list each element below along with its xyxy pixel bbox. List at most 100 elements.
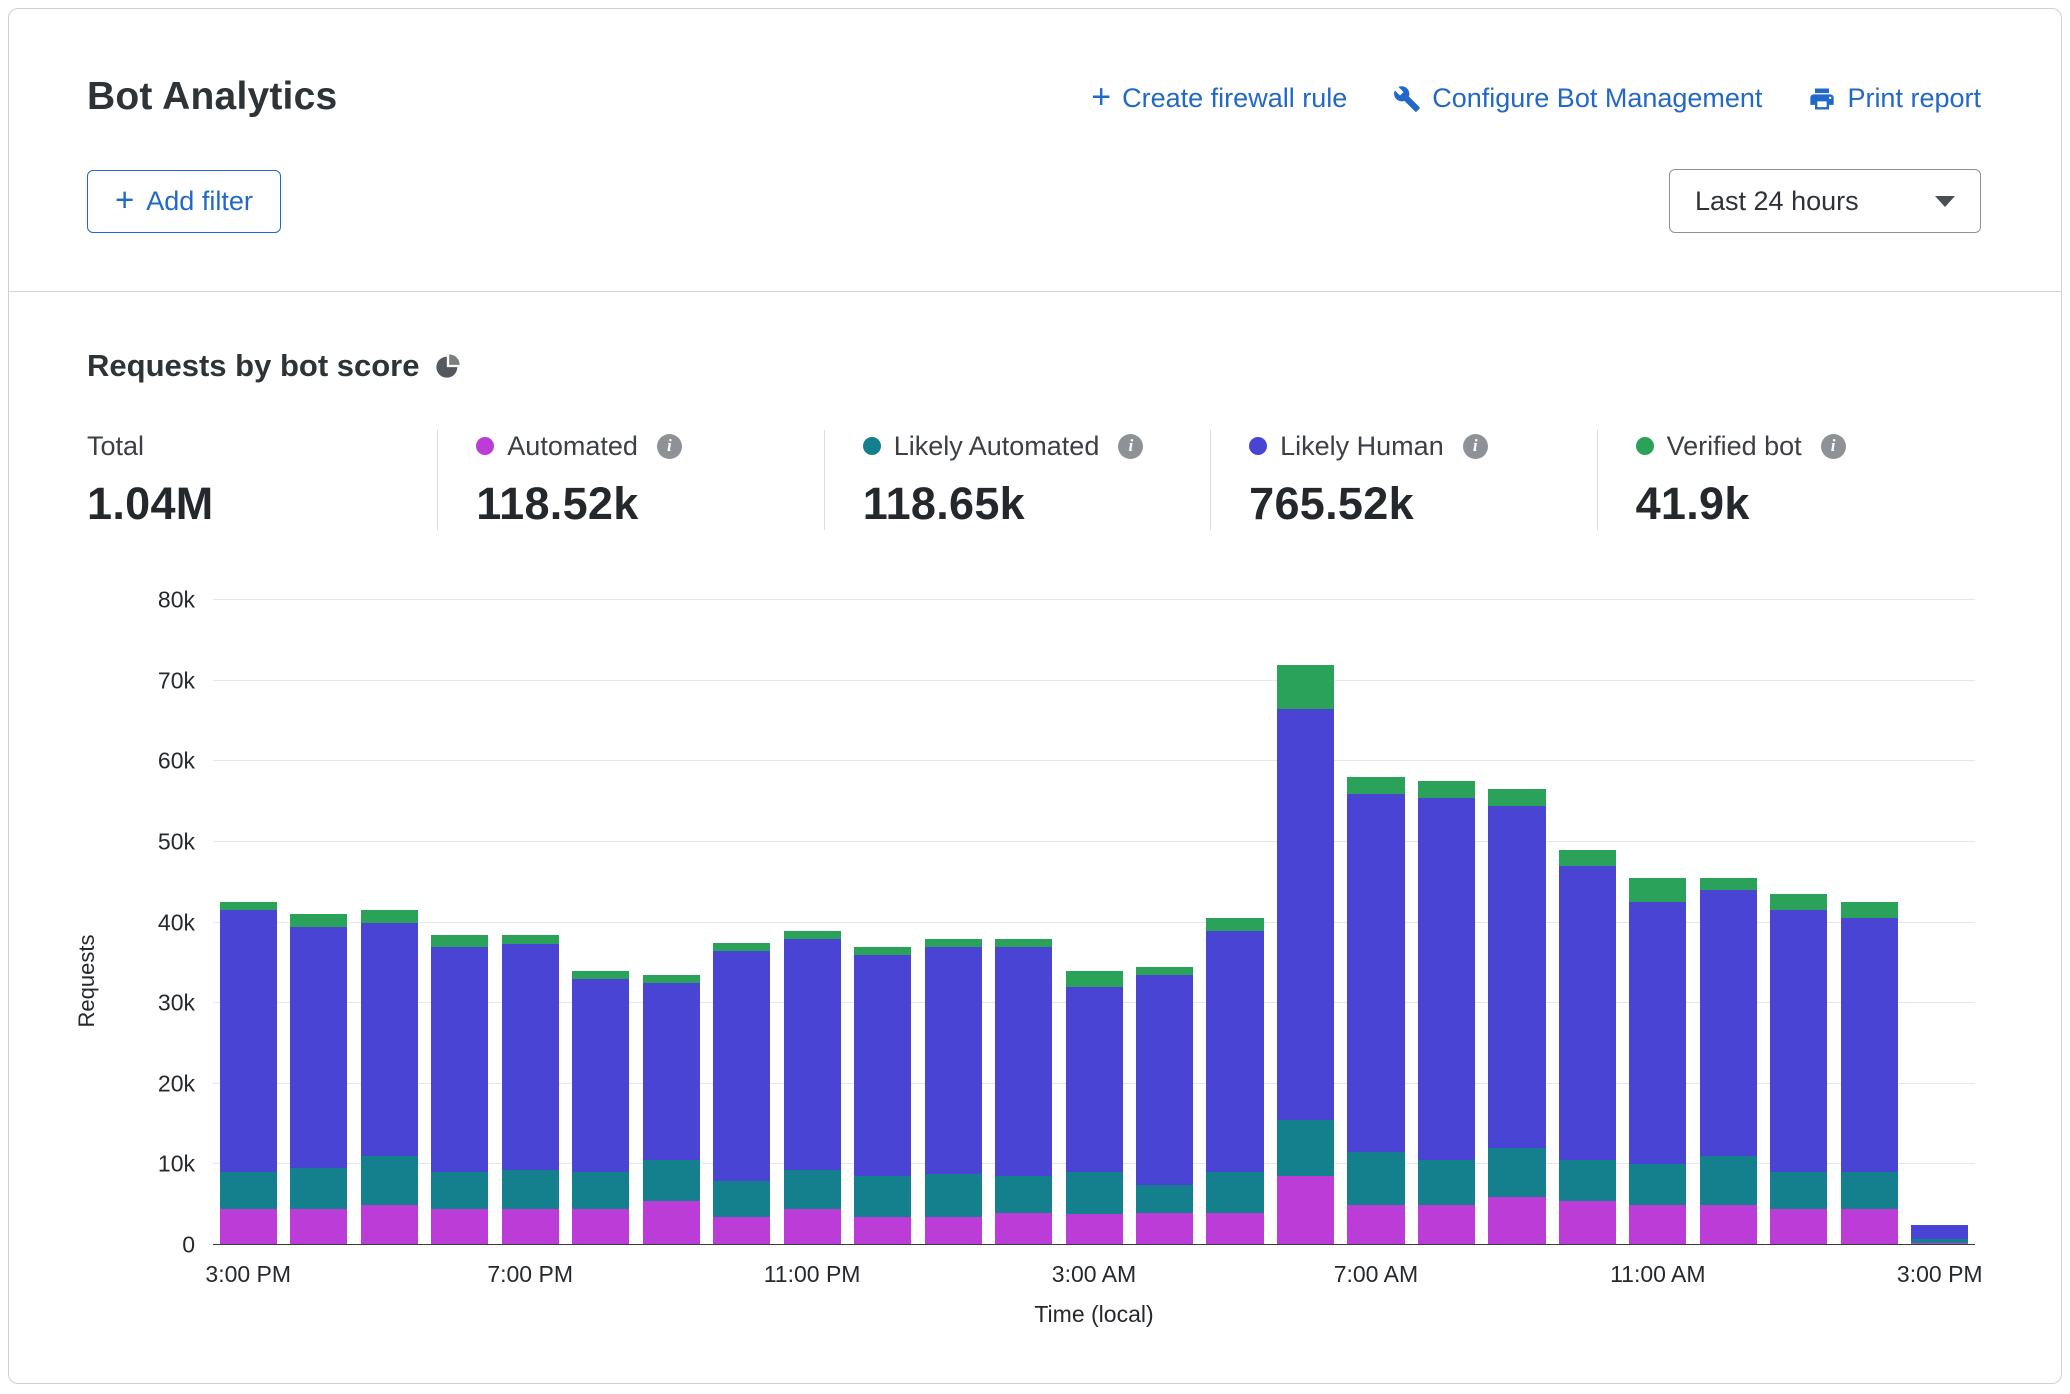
stacked-bar[interactable]: [925, 600, 982, 1245]
bar-segment-likely-automated: [431, 1172, 488, 1208]
stat-automated: Automated i 118.52k: [437, 430, 823, 530]
time-range-select[interactable]: Last 24 hours: [1669, 169, 1981, 233]
bar-segment-likely-human: [1488, 806, 1545, 1149]
stacked-bar[interactable]: [643, 600, 700, 1245]
bar-segment-likely-automated: [502, 1170, 559, 1209]
bar-segment-likely-human: [784, 939, 841, 1170]
section-title: Requests by bot score: [87, 348, 419, 384]
info-icon[interactable]: i: [1118, 434, 1143, 459]
y-axis-title: Requests: [74, 871, 100, 1091]
bar-segment-verified-bot: [1066, 971, 1123, 987]
bar-slot: [636, 600, 706, 1245]
y-tick-label: 70k: [158, 667, 195, 694]
info-icon[interactable]: i: [1821, 434, 1846, 459]
bar-segment-likely-automated: [1700, 1156, 1757, 1204]
stat-value: 765.52k: [1249, 478, 1576, 530]
stacked-bar[interactable]: [1559, 600, 1616, 1245]
bar-slot: [1059, 600, 1129, 1245]
bar-segment-automated: [1206, 1213, 1263, 1245]
bar-segment-automated: [1770, 1209, 1827, 1245]
bar-segment-likely-automated: [643, 1160, 700, 1200]
bar-segment-automated: [1841, 1209, 1898, 1245]
stacked-bar[interactable]: [1911, 600, 1968, 1245]
bar-segment-verified-bot: [713, 943, 770, 951]
configure-bot-management-link[interactable]: Configure Bot Management: [1393, 83, 1762, 114]
bar-slot: [1482, 600, 1552, 1245]
add-filter-button[interactable]: + Add filter: [87, 170, 281, 233]
stacked-bar[interactable]: [713, 600, 770, 1245]
bar-segment-automated: [1700, 1205, 1757, 1245]
bar-segment-likely-automated: [1559, 1160, 1616, 1200]
chevron-down-icon: [1935, 196, 1955, 207]
bar-segment-verified-bot: [1841, 902, 1898, 918]
bar-segment-verified-bot: [1559, 850, 1616, 866]
requests-chart: Requests 010k20k30k40k50k60k70k80k3:00 P…: [105, 600, 1975, 1362]
bar-segment-likely-automated: [290, 1168, 347, 1208]
bar-slot: [213, 600, 283, 1245]
stacked-bar[interactable]: [220, 600, 277, 1245]
create-firewall-rule-link[interactable]: + Create firewall rule: [1091, 83, 1347, 114]
plot-area: 010k20k30k40k50k60k70k80k3:00 PM7:00 PM1…: [213, 600, 1975, 1245]
stacked-bar[interactable]: [1347, 600, 1404, 1245]
bar-segment-likely-human: [220, 910, 277, 1172]
stat-value: 1.04M: [87, 478, 417, 530]
stacked-bar[interactable]: [1488, 600, 1545, 1245]
x-tick-label: 7:00 PM: [487, 1261, 573, 1288]
stacked-bar[interactable]: [431, 600, 488, 1245]
y-tick-label: 40k: [158, 909, 195, 936]
stacked-bar[interactable]: [1206, 600, 1263, 1245]
print-report-link[interactable]: Print report: [1808, 83, 1981, 114]
info-icon[interactable]: i: [657, 434, 682, 459]
bar-segment-likely-human: [1347, 794, 1404, 1153]
bar-segment-automated: [290, 1209, 347, 1245]
bar-segment-likely-automated: [1347, 1152, 1404, 1204]
stacked-bar[interactable]: [784, 600, 841, 1245]
bar-segment-likely-automated: [1770, 1172, 1827, 1208]
stacked-bar[interactable]: [1629, 600, 1686, 1245]
bar-segment-likely-human: [713, 951, 770, 1181]
bar-segment-likely-human: [1629, 902, 1686, 1164]
bar-segment-automated: [713, 1217, 770, 1245]
stacked-bar[interactable]: [290, 600, 347, 1245]
stacked-bar[interactable]: [1841, 600, 1898, 1245]
bar-segment-verified-bot: [1136, 967, 1193, 975]
bar-segment-automated: [361, 1205, 418, 1245]
stat-label: Likely Human: [1280, 431, 1444, 462]
bar-segment-verified-bot: [854, 947, 911, 955]
bar-segment-automated: [1347, 1205, 1404, 1245]
plus-icon: +: [115, 183, 134, 216]
bar-segment-verified-bot: [995, 939, 1052, 947]
stacked-bar[interactable]: [1066, 600, 1123, 1245]
bar-segment-automated: [854, 1217, 911, 1245]
bar-segment-automated: [1629, 1205, 1686, 1245]
stacked-bar[interactable]: [1136, 600, 1193, 1245]
stacked-bar[interactable]: [572, 600, 629, 1245]
stacked-bar[interactable]: [1418, 600, 1475, 1245]
stacked-bar[interactable]: [361, 600, 418, 1245]
bar-slot: [1623, 600, 1693, 1245]
x-axis-title: Time (local): [213, 1301, 1975, 1362]
bar-segment-likely-human: [854, 955, 911, 1177]
bot-analytics-page: Bot Analytics + Create firewall rule Con…: [8, 8, 2062, 1384]
stacked-bar[interactable]: [502, 600, 559, 1245]
info-icon[interactable]: i: [1463, 434, 1488, 459]
bar-segment-likely-automated: [361, 1156, 418, 1204]
bar-segment-automated: [572, 1209, 629, 1245]
bar-segment-likely-human: [1841, 918, 1898, 1172]
stacked-bar[interactable]: [995, 600, 1052, 1245]
bar-segment-likely-automated: [995, 1176, 1052, 1212]
stacked-bar[interactable]: [1277, 600, 1334, 1245]
y-tick-label: 0: [182, 1232, 195, 1259]
bar-segment-verified-bot: [431, 935, 488, 947]
stat-verified-bot: Verified bot i 41.9k: [1597, 430, 1983, 530]
stacked-bar[interactable]: [1700, 600, 1757, 1245]
stacked-bar[interactable]: [1770, 600, 1827, 1245]
legend-dot-verified-bot: [1636, 437, 1654, 455]
bar-segment-likely-human: [1559, 866, 1616, 1160]
y-tick-label: 60k: [158, 748, 195, 775]
stacked-bar[interactable]: [854, 600, 911, 1245]
bar-segment-automated: [220, 1209, 277, 1245]
bar-segment-verified-bot: [1700, 878, 1757, 890]
legend-dot-likely-human: [1249, 437, 1267, 455]
bar-slot: [847, 600, 917, 1245]
